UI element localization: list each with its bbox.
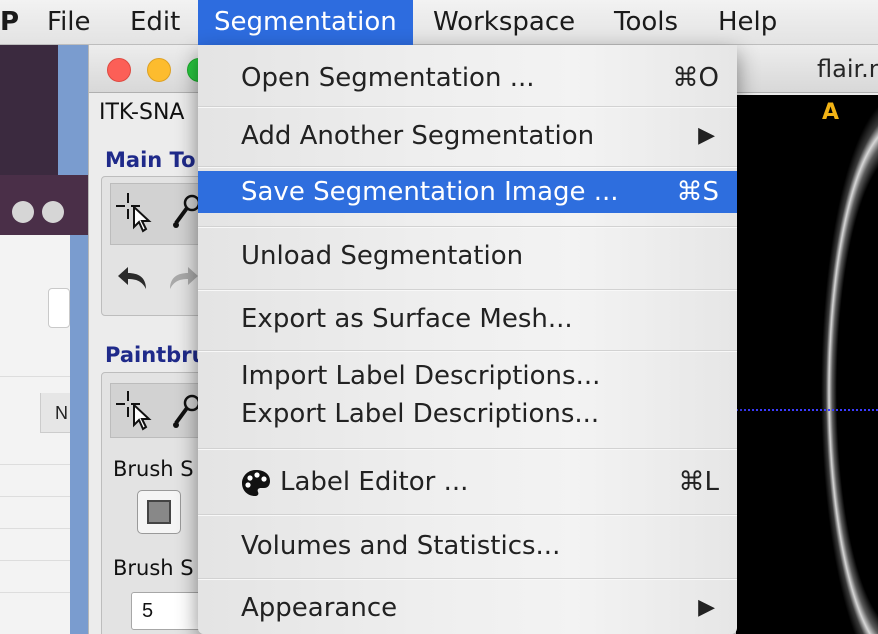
- crosshair-line: [736, 409, 878, 411]
- menu-separator: [198, 106, 737, 108]
- menu-separator: [198, 578, 737, 580]
- main-toolbar-box: [101, 176, 211, 316]
- menu-separator: [198, 166, 737, 168]
- crosshair-tool-icon[interactable]: [114, 389, 160, 435]
- menu-item-label: Volumes and Statistics...: [241, 531, 561, 561]
- menu-item-label: Export Label Descriptions...: [241, 399, 600, 429]
- submenu-arrow-icon: ▶: [698, 595, 715, 620]
- list-row: [0, 465, 70, 497]
- menu-separator: [198, 350, 737, 352]
- background-window-titlebar: [0, 175, 100, 235]
- window-button-icon[interactable]: [42, 201, 64, 223]
- menu-item-open-segmentation[interactable]: Open Segmentation ... ⌘O: [198, 53, 737, 103]
- menu-item-label: Open Segmentation ...: [241, 63, 535, 93]
- menu-segmentation[interactable]: Segmentation: [198, 0, 413, 45]
- menu-item-label: Export as Surface Mesh...: [241, 304, 573, 334]
- menu-item-save-segmentation-image[interactable]: Save Segmentation Image ... ⌘S: [198, 171, 737, 213]
- menu-item-label: Appearance: [241, 593, 398, 623]
- brush-size-label: Brush S: [113, 556, 194, 580]
- square-brush-button[interactable]: [137, 490, 181, 534]
- background-button[interactable]: [48, 288, 70, 328]
- menu-separator: [198, 289, 737, 291]
- menu-item-export-surface-mesh[interactable]: Export as Surface Mesh...: [198, 294, 737, 344]
- menu-workspace[interactable]: Workspace: [417, 0, 591, 45]
- menu-item-appearance[interactable]: Appearance ▶: [198, 583, 737, 633]
- redo-icon[interactable]: [166, 263, 202, 295]
- app-menu[interactable]: P: [0, 0, 19, 45]
- list-row: [0, 433, 70, 465]
- menu-item-label: Save Segmentation Image ...: [241, 177, 619, 207]
- menu-item-label: Label Editor ...: [280, 467, 469, 497]
- crosshair-tool-icon[interactable]: [114, 191, 160, 237]
- orientation-label: A: [822, 100, 840, 125]
- list-row: [0, 345, 70, 377]
- menu-item-import-label-descriptions[interactable]: Import Label Descriptions...: [198, 357, 737, 395]
- list-row: [0, 561, 70, 593]
- menu-item-label-editor[interactable]: Label Editor ... ⌘L: [198, 457, 737, 507]
- menu-item-unload-segmentation[interactable]: Unload Segmentation: [198, 231, 737, 281]
- list-row: [0, 529, 70, 561]
- submenu-arrow-icon: ▶: [698, 123, 715, 148]
- window-title: flair.n: [817, 55, 878, 83]
- menu-separator: [198, 226, 737, 228]
- brain-scan-image: [736, 95, 878, 634]
- menu-item-label: Import Label Descriptions...: [241, 361, 601, 391]
- menu-item-export-label-descriptions[interactable]: Export Label Descriptions...: [198, 395, 737, 433]
- main-toolbar-title: Main To: [105, 148, 196, 172]
- menu-help[interactable]: Help: [702, 0, 793, 45]
- menu-item-shortcut: ⌘L: [678, 467, 720, 497]
- menu-bar: P File Edit Segmentation Workspace Tools…: [0, 0, 878, 45]
- menu-separator: [198, 448, 737, 450]
- window-button-icon[interactable]: [12, 201, 34, 223]
- minimize-icon[interactable]: [147, 58, 171, 82]
- menu-item-shortcut: ⌘O: [672, 63, 719, 93]
- menu-item-volumes-statistics[interactable]: Volumes and Statistics...: [198, 521, 737, 571]
- paintbrush-title: Paintbru: [105, 343, 207, 367]
- menu-item-add-another-segmentation[interactable]: Add Another Segmentation ▶: [198, 109, 737, 163]
- menu-item-label: Unload Segmentation: [241, 241, 524, 271]
- menu-file[interactable]: File: [31, 0, 107, 45]
- menu-edit[interactable]: Edit: [114, 0, 196, 45]
- menu-separator: [198, 514, 737, 516]
- segmentation-menu: Open Segmentation ... ⌘O Add Another Seg…: [198, 45, 737, 634]
- brush-size-input[interactable]: 5: [131, 592, 201, 630]
- app-name: ITK-SNA: [99, 100, 185, 125]
- menu-tools[interactable]: Tools: [598, 0, 694, 45]
- close-icon[interactable]: [107, 58, 131, 82]
- image-view[interactable]: [736, 95, 878, 634]
- square-brush-icon: [147, 500, 171, 524]
- brush-style-label: Brush S: [113, 457, 194, 481]
- list-row: [0, 497, 70, 529]
- column-header[interactable]: N: [40, 393, 70, 433]
- undo-icon[interactable]: [116, 263, 152, 295]
- palette-icon: [242, 470, 270, 496]
- menu-item-shortcut: ⌘S: [676, 177, 719, 207]
- menu-item-label: Add Another Segmentation: [241, 121, 595, 151]
